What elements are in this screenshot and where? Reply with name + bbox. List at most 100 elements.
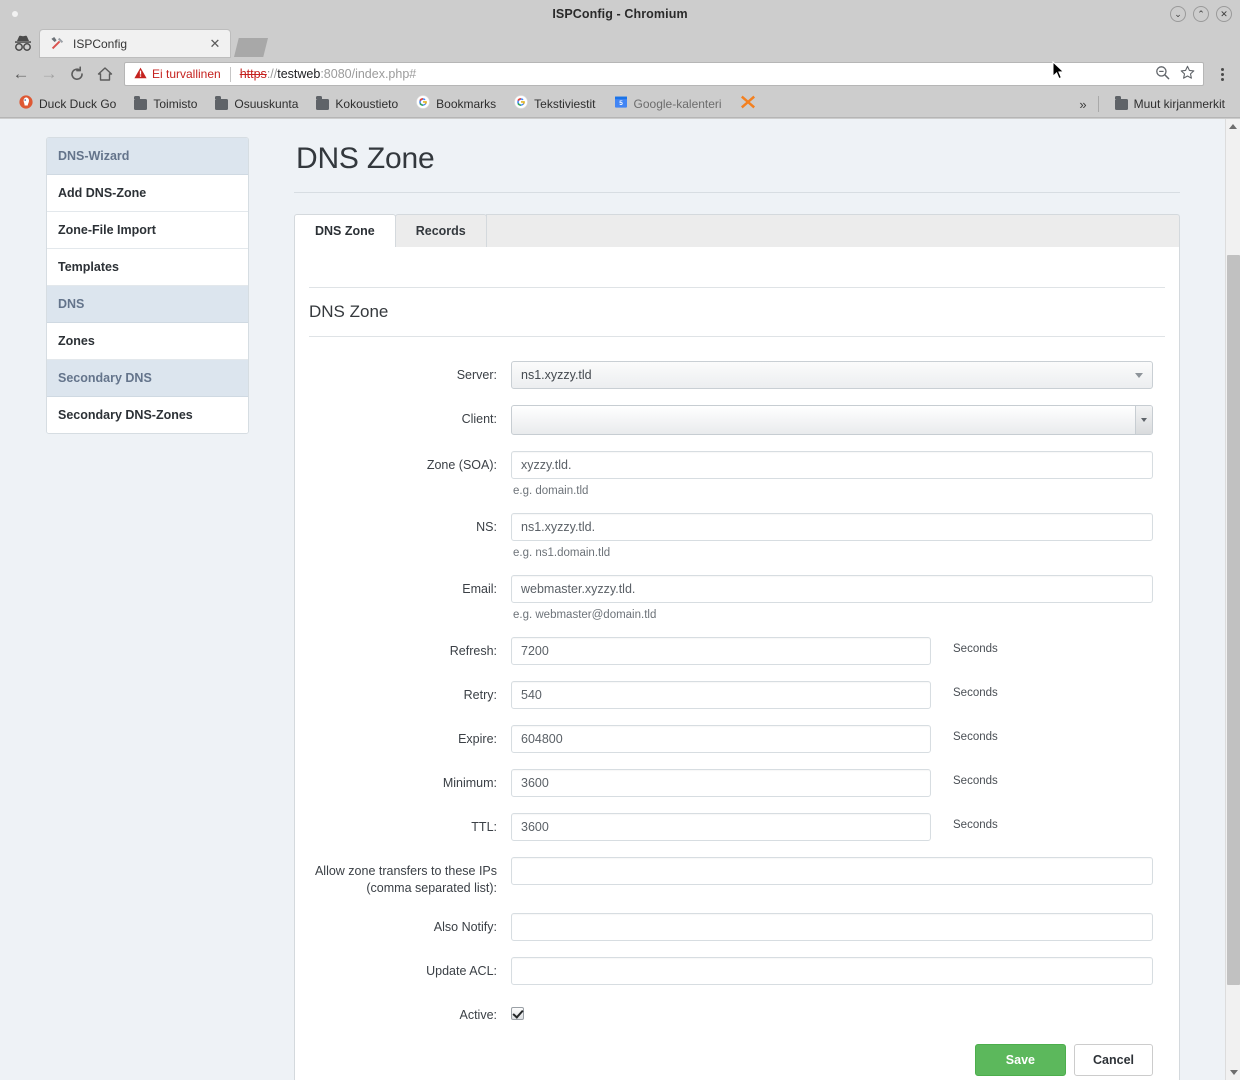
minimum-input[interactable] (511, 769, 931, 797)
url-text: https://testweb:8080/index.php# (240, 67, 417, 81)
email-input[interactable] (511, 575, 1153, 603)
field-row-minimum: Minimum: Seconds (295, 769, 1179, 797)
server-select[interactable]: ns1.xyzzy.tld (511, 361, 1153, 389)
client-select[interactable] (511, 405, 1153, 435)
dns-zone-form: Server: ns1.xyzzy.tld Client: Zone (SOA)… (295, 337, 1179, 1080)
bookmark-osuuskunta[interactable]: Osuuskunta (206, 93, 307, 115)
ns-label: NS: (476, 520, 497, 534)
tab-dns-zone[interactable]: DNS Zone (294, 214, 396, 247)
url-path: :8080/index.php# (320, 67, 417, 81)
address-bar[interactable]: Ei turvallinen https://testweb:8080/inde… (124, 62, 1204, 86)
field-row-server: Server: ns1.xyzzy.tld (295, 361, 1179, 389)
url-host: testweb (277, 67, 321, 81)
server-label: Server: (456, 368, 497, 382)
tools-icon (51, 36, 64, 50)
tab-close-icon[interactable]: ✕ (208, 36, 222, 52)
bookmark-label: Tekstiviestit (534, 97, 596, 111)
bookmarks-overflow-button[interactable]: » (1075, 97, 1090, 112)
bookmark-toimisto[interactable]: Toimisto (125, 93, 206, 115)
bookmark-tekstiviestit[interactable]: Tekstiviestit (505, 93, 604, 115)
ns-hint: e.g. ns1.domain.tld (513, 547, 611, 559)
security-indicator[interactable]: Ei turvallinen (134, 67, 221, 81)
forward-button[interactable]: → (36, 61, 62, 87)
scrollbar-thumb[interactable] (1227, 255, 1240, 985)
sidebar-group-dns-wizard: DNS-Wizard (47, 138, 248, 175)
minimize-icon[interactable]: ⌄ (1170, 6, 1186, 22)
window-menu-dot (12, 11, 18, 17)
bookmark-label: Osuuskunta (234, 97, 299, 111)
bookmark-kokoustieto[interactable]: Kokoustieto (307, 93, 407, 115)
retry-input[interactable] (511, 681, 931, 709)
sidebar-item-templates[interactable]: Templates (47, 249, 248, 286)
scroll-up-arrow-icon[interactable] (1226, 119, 1240, 134)
mouse-cursor (1052, 60, 1065, 81)
back-button[interactable]: ← (8, 61, 34, 87)
sidebar-group-secondary-dns: Secondary DNS (47, 360, 248, 397)
url-separator: :// (266, 67, 278, 81)
email-hint: e.g. webmaster@domain.tld (513, 609, 657, 621)
ttl-label: TTL: (471, 820, 497, 834)
field-row-ns: NS: e.g. ns1.domain.tld (295, 513, 1179, 559)
zone-transfers-input[interactable] (511, 857, 1153, 885)
sidebar-item-zones[interactable]: Zones (47, 323, 248, 360)
sidebar-item-zone-file-import[interactable]: Zone-File Import (47, 212, 248, 249)
close-icon[interactable]: ✕ (1216, 6, 1232, 22)
reload-button[interactable] (64, 61, 90, 87)
refresh-unit: Seconds (953, 643, 998, 655)
field-row-retry: Retry: Seconds (295, 681, 1179, 709)
form-legend: DNS Zone (309, 302, 389, 321)
bookmark-other-bookmarks[interactable]: Muut kirjanmerkit (1106, 93, 1234, 115)
window-titlebar: ISPConfig - Chromium ⌄ ⌃ ✕ (0, 0, 1240, 28)
sidebar-item-secondary-dns-zones[interactable]: Secondary DNS-Zones (47, 397, 248, 433)
page-viewport: DNS-Wizard Add DNS-Zone Zone-File Import… (0, 119, 1240, 1080)
star-icon[interactable] (1180, 65, 1195, 83)
home-button[interactable] (92, 61, 118, 87)
cancel-button[interactable]: Cancel (1074, 1044, 1153, 1076)
bookmark-google-kalenteri[interactable]: 5 Google-kalenteri (605, 93, 731, 115)
duckduckgo-icon (19, 94, 33, 114)
three-dots-menu-icon[interactable] (1212, 67, 1232, 81)
retry-label: Retry: (463, 688, 497, 702)
zone-soa-hint: e.g. domain.tld (513, 485, 589, 497)
google-icon (514, 94, 528, 114)
browser-tab-ispconfig[interactable]: ISPConfig ✕ (40, 30, 230, 57)
window-title: ISPConfig - Chromium (552, 7, 688, 21)
folder-icon (316, 96, 330, 110)
chevron-down-icon[interactable] (1135, 406, 1152, 434)
refresh-input[interactable] (511, 637, 931, 665)
maximize-icon[interactable]: ⌃ (1193, 6, 1209, 22)
folder-icon (1114, 96, 1128, 110)
update-acl-input[interactable] (511, 957, 1153, 985)
bookmark-duck-duck-go[interactable]: Duck Duck Go (10, 93, 125, 115)
bookmark-bookmarks[interactable]: Bookmarks (407, 93, 505, 115)
page-title: DNS Zone (294, 137, 1180, 193)
active-checkbox[interactable] (511, 1007, 524, 1020)
field-row-zone-soa: Zone (SOA): e.g. domain.tld (295, 451, 1179, 497)
field-row-client: Client: (295, 405, 1179, 435)
expire-input[interactable] (511, 725, 931, 753)
zoom-out-icon[interactable] (1155, 65, 1170, 83)
bookmark-label: Toimisto (153, 97, 198, 111)
ttl-unit: Seconds (953, 819, 998, 831)
new-tab-button[interactable] (234, 38, 268, 57)
expire-label: Expire: (458, 732, 497, 746)
tab-strip: ISPConfig ✕ (0, 28, 1240, 57)
zone-soa-input[interactable] (511, 451, 1153, 479)
chevron-down-icon (1135, 373, 1143, 378)
ttl-input[interactable] (511, 813, 931, 841)
sidebar-group-dns: DNS (47, 286, 248, 323)
sidebar-item-add-dns-zone[interactable]: Add DNS-Zone (47, 175, 248, 212)
tab-records[interactable]: Records (394, 214, 487, 247)
retry-unit: Seconds (953, 687, 998, 699)
main-content: DNS Zone DNS Zone Records DNS Zone Serve… (249, 137, 1225, 1080)
update-acl-label: Update ACL: (426, 964, 497, 978)
page-scrollbar[interactable] (1225, 119, 1240, 1080)
also-notify-input[interactable] (511, 913, 1153, 941)
minimum-label: Minimum: (442, 776, 497, 790)
bookmark-x-orange[interactable] (731, 93, 771, 115)
scroll-down-arrow-icon[interactable] (1226, 1065, 1240, 1080)
save-button[interactable]: Save (974, 1044, 1066, 1076)
warning-triangle-icon (134, 67, 147, 81)
ns-input[interactable] (511, 513, 1153, 541)
field-row-ttl: TTL: Seconds (295, 813, 1179, 841)
